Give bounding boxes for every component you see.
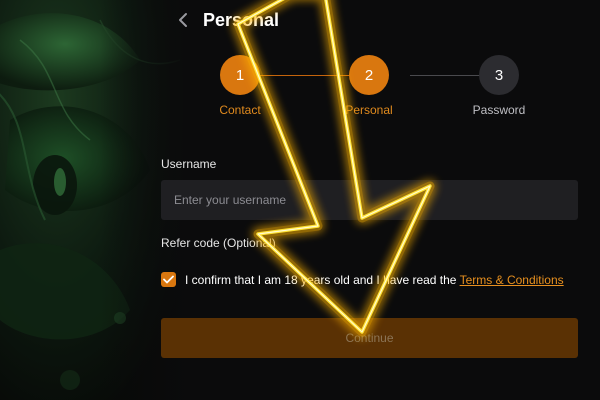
step-number-3: 3 xyxy=(479,55,519,95)
confirm-statement: I confirm that I am 18 years old and I h… xyxy=(185,272,460,287)
age-terms-confirmation: I confirm that I am 18 years old and I h… xyxy=(161,272,581,287)
back-button[interactable] xyxy=(172,9,194,31)
page-title: Personal xyxy=(203,10,280,30)
username-input[interactable] xyxy=(161,180,578,220)
progress-stepper: 1 Contact 2 Personal 3 Password xyxy=(200,55,570,125)
registration-screen: Personal 1 Contact 2 Personal 3 Password… xyxy=(0,0,600,400)
continue-button[interactable]: Continue xyxy=(161,318,578,358)
step-password[interactable]: 3 Password xyxy=(459,55,539,117)
chevron-left-icon xyxy=(179,13,187,27)
step-label-personal: Personal xyxy=(345,103,393,117)
step-label-contact: Contact xyxy=(219,103,261,117)
checkmark-icon xyxy=(163,275,174,284)
step-number-1: 1 xyxy=(220,55,260,95)
step-label-password: Password xyxy=(472,103,526,117)
confirm-text: I confirm that I am 18 years old and I h… xyxy=(185,273,564,287)
username-label: Username xyxy=(161,157,217,171)
step-personal[interactable]: 2 Personal xyxy=(329,55,409,117)
step-number-2: 2 xyxy=(349,55,389,95)
refer-code-label: Refer code (Optional) xyxy=(161,236,276,250)
step-contact[interactable]: 1 Contact xyxy=(200,55,280,117)
terms-conditions-link[interactable]: Terms & Conditions xyxy=(460,273,564,287)
confirm-checkbox[interactable] xyxy=(161,272,176,287)
